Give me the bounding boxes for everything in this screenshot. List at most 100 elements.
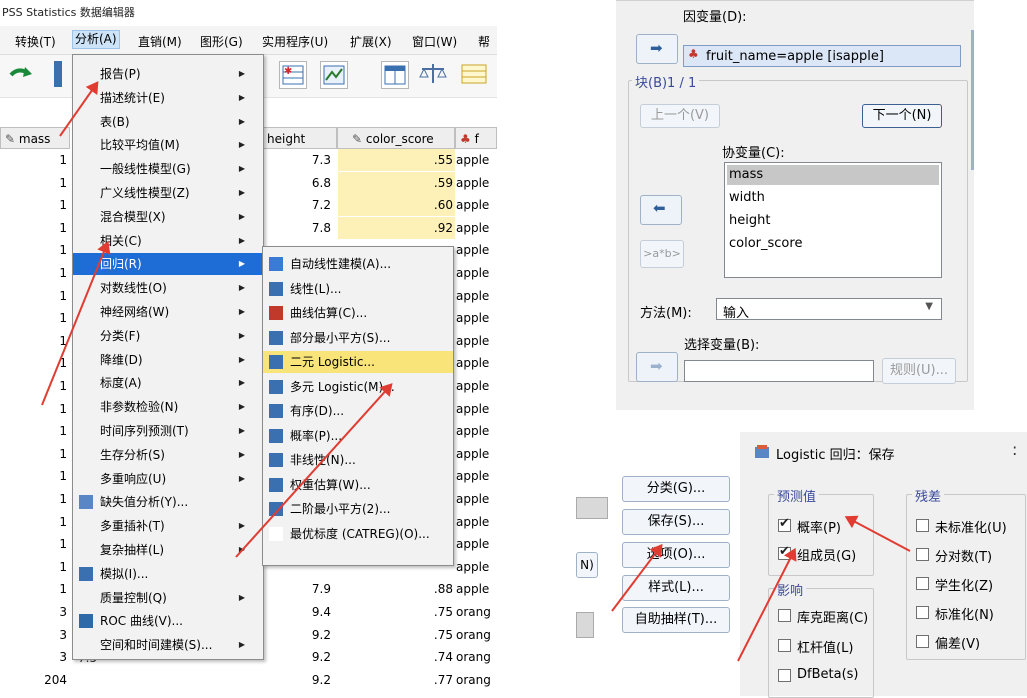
cell-mass[interactable]: 1 — [0, 307, 70, 329]
cell-height[interactable]: 7.3 — [262, 149, 337, 171]
redo-icon[interactable] — [8, 61, 34, 87]
covariate-item[interactable]: width — [729, 190, 765, 205]
influence-checkbox-label[interactable]: 杠杆值(L) — [797, 637, 853, 656]
residual-checkbox-label[interactable]: 未标准化(U) — [935, 517, 1007, 536]
chart-builder-icon[interactable] — [320, 61, 348, 89]
residual-checkbox[interactable] — [916, 635, 929, 648]
residual-checkbox[interactable] — [916, 548, 929, 561]
partial-button[interactable]: N) — [576, 552, 598, 578]
cell-fruit[interactable]: apple — [455, 285, 497, 307]
cell-fruit[interactable]: orang — [455, 601, 497, 623]
method-select[interactable]: 输入 ▼ — [716, 298, 942, 321]
regression-menu-item[interactable]: 曲线估算(C)... — [263, 302, 453, 324]
covariate-item[interactable]: mass — [729, 167, 763, 182]
residual-checkbox-label[interactable]: 分对数(T) — [935, 546, 992, 565]
selection-variable-field[interactable] — [684, 360, 874, 382]
cell-height[interactable]: 9.2 — [262, 646, 337, 668]
move-to-covariates-button[interactable]: ⬅ — [640, 195, 682, 225]
analyze-menu-item[interactable]: 广义线性模型(Z) ▶ — [73, 182, 263, 204]
column-header-color-score[interactable]: ✎ color_score — [337, 127, 455, 149]
cell-color-score[interactable]: .92 — [337, 217, 455, 239]
analyze-menu-item[interactable]: 比较平均值(M) ▶ — [73, 134, 263, 156]
save-button[interactable]: 保存(S)... — [622, 509, 730, 535]
analyze-menu-item[interactable]: 标度(A) ▶ — [73, 372, 263, 394]
cell-fruit[interactable]: orang — [455, 646, 497, 668]
analyze-menu-item[interactable]: 分类(F) ▶ — [73, 325, 263, 347]
move-to-selection-button[interactable]: ➡ — [636, 352, 678, 382]
cell-mass[interactable]: 1 — [0, 239, 70, 261]
cell-height[interactable]: 7.8 — [262, 217, 337, 239]
cell-height[interactable]: 9.2 — [262, 669, 337, 691]
cell-color-score[interactable]: .59 — [337, 172, 455, 194]
cell-color-score[interactable]: .88 — [337, 578, 455, 600]
rule-button[interactable]: 规则(U)... — [882, 358, 956, 384]
classify-button[interactable]: 分类(G)... — [622, 476, 730, 502]
cell-height[interactable]: 6.8 — [262, 172, 337, 194]
cell-fruit[interactable]: apple — [455, 194, 497, 216]
style-button[interactable]: 样式(L)... — [622, 575, 730, 601]
cell-fruit[interactable]: apple — [455, 420, 497, 442]
analyze-menu-item[interactable]: 多重响应(U) ▶ — [73, 468, 263, 490]
grid-icon[interactable] — [54, 61, 62, 87]
close-icon[interactable]: : — [1012, 440, 1017, 459]
regression-menu-item[interactable]: 概率(P)... — [263, 425, 453, 447]
analyze-menu-item[interactable]: ROC 曲线(V)... — [73, 610, 263, 632]
cell-mass[interactable]: 3 — [0, 624, 70, 646]
cell-mass[interactable]: 1 — [0, 465, 70, 487]
regression-menu-item[interactable]: 线性(L)... — [263, 278, 453, 300]
regression-menu-item[interactable]: 自动线性建模(A)... — [263, 253, 453, 275]
cell-color-score[interactable]: .77 — [337, 669, 455, 691]
cell-height[interactable]: 9.4 — [262, 601, 337, 623]
cell-mass[interactable]: 3 — [0, 646, 70, 668]
bootstrap-button[interactable]: 自助抽样(T)... — [622, 607, 730, 633]
cell-fruit[interactable]: apple — [455, 239, 497, 261]
cell-fruit[interactable]: orang — [455, 624, 497, 646]
covariates-list[interactable]: mass width height color_score — [724, 162, 942, 278]
cell-mass[interactable]: 3 — [0, 601, 70, 623]
analyze-menu-item[interactable]: 复杂抽样(L)▶ — [73, 539, 263, 561]
column-header-mass[interactable]: ✎ mass — [0, 127, 70, 149]
analyze-menu-item[interactable]: 非参数检验(N) ▶ — [73, 396, 263, 418]
cell-mass[interactable]: 1 — [0, 443, 70, 465]
cell-mass[interactable]: 1 — [0, 578, 70, 600]
cell-mass[interactable]: 1 — [0, 217, 70, 239]
analyze-menu-item[interactable]: 表(B) ▶ — [73, 111, 263, 133]
predicted-checkbox-label[interactable]: 组成员(G) — [797, 545, 856, 564]
menu-utilities[interactable]: 实用程序(U) — [262, 33, 328, 50]
cell-mass[interactable]: 1 — [0, 149, 70, 171]
cell-fruit[interactable]: orang — [455, 669, 497, 691]
cell-fruit[interactable]: apple — [455, 488, 497, 510]
cell-fruit[interactable]: apple — [455, 443, 497, 465]
influence-checkbox-label[interactable]: DfBeta(s) — [797, 667, 858, 682]
menu-extensions[interactable]: 扩展(X) — [350, 33, 392, 50]
select-cases-icon[interactable] — [459, 61, 487, 87]
cell-mass[interactable]: 1 — [0, 398, 70, 420]
residual-checkbox-label[interactable]: 标准化(N) — [935, 604, 994, 623]
cell-mass[interactable]: 1 — [0, 511, 70, 533]
menu-direct-marketing[interactable]: 直销(M) — [138, 33, 182, 50]
cell-fruit[interactable]: apple — [455, 578, 497, 600]
predicted-checkbox[interactable]: ✔ — [778, 516, 791, 532]
cell-fruit[interactable]: apple — [455, 172, 497, 194]
cell-color-score[interactable]: .55 — [337, 149, 455, 171]
covariate-item[interactable]: color_score — [729, 236, 802, 251]
influence-checkbox[interactable] — [778, 639, 791, 652]
residual-checkbox-label[interactable]: 学生化(Z) — [935, 575, 993, 594]
cell-mass[interactable]: 1 — [0, 375, 70, 397]
cell-mass[interactable]: 1 — [0, 488, 70, 510]
residual-checkbox[interactable] — [916, 577, 929, 590]
analyze-menu-item[interactable]: 模拟(I)... — [73, 563, 263, 585]
cell-mass[interactable]: 1 — [0, 262, 70, 284]
cell-color-score[interactable]: .75 — [337, 601, 455, 623]
cell-fruit[interactable]: apple — [455, 465, 497, 487]
analyze-menu-item[interactable]: 神经网络(W) ▶ — [73, 301, 263, 323]
analyze-menu-item[interactable]: 对数线性(O) ▶ — [73, 277, 263, 299]
cell-fruit[interactable]: apple — [455, 533, 497, 555]
menu-transform[interactable]: 转换(T) — [15, 33, 56, 50]
residual-checkbox[interactable] — [916, 606, 929, 619]
regression-menu-item[interactable]: 最优标度 (CATREG)(O)... — [263, 523, 453, 545]
cell-fruit[interactable]: apple — [455, 352, 497, 374]
influence-checkbox-label[interactable]: 库克距离(C) — [797, 607, 868, 626]
cell-height[interactable]: 9.2 — [262, 624, 337, 646]
cell-mass[interactable]: 1 — [0, 556, 70, 578]
